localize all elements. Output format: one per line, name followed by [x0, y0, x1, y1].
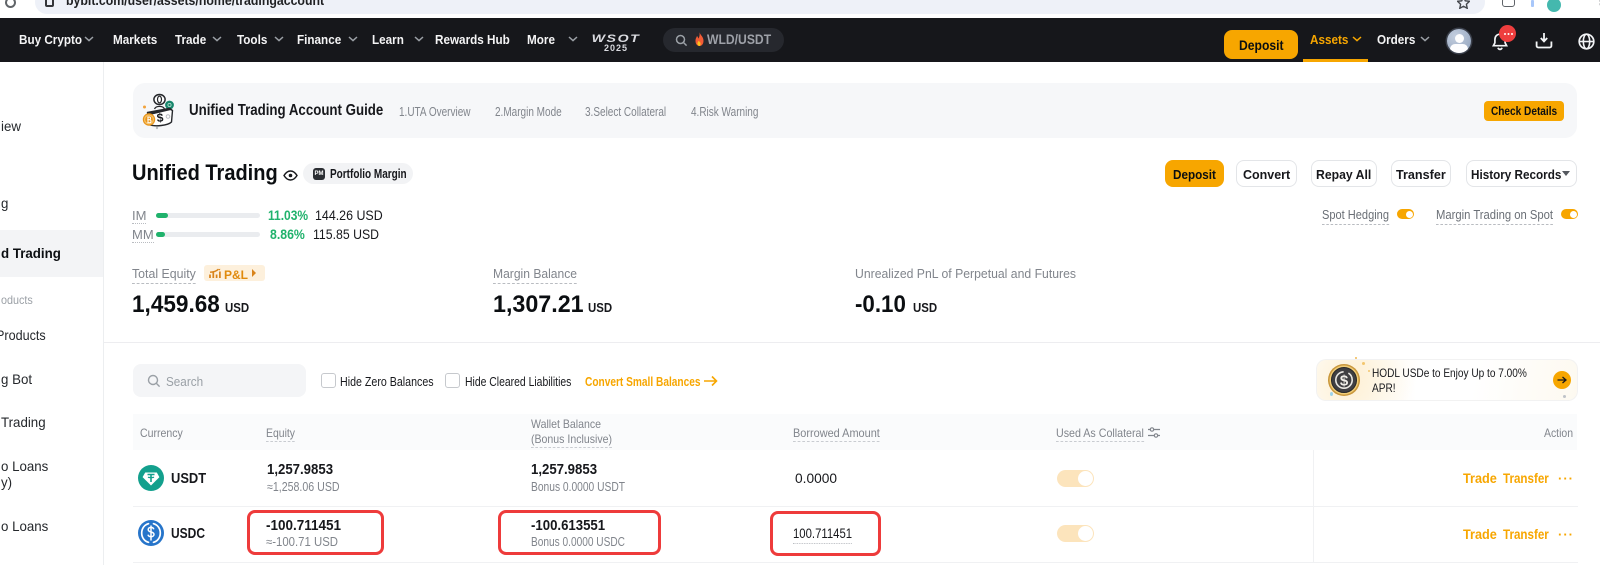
svg-text:$: $: [156, 111, 164, 125]
svg-text:$: $: [1340, 373, 1349, 390]
